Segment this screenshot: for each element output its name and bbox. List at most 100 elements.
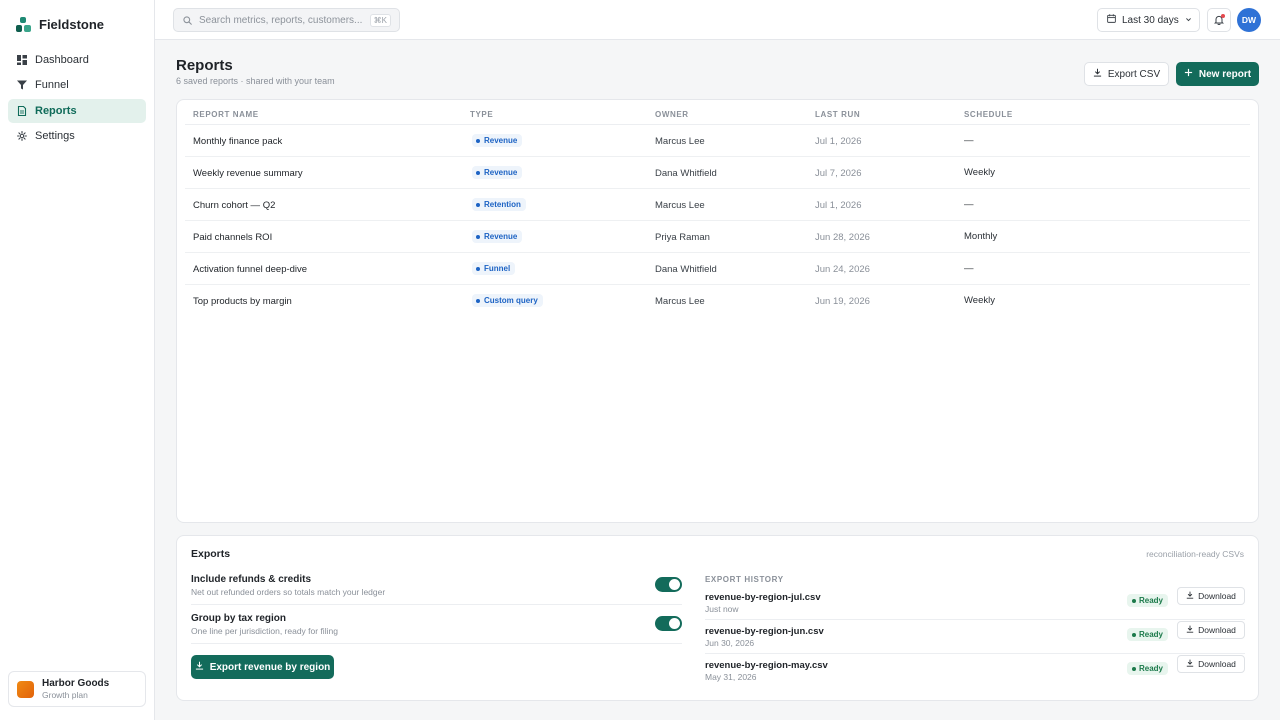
date-range-label: Last 30 days (1122, 14, 1179, 26)
type-label: Revenue (484, 136, 518, 145)
toggle-knob (669, 618, 680, 629)
report-name[interactable]: Churn cohort — Q2 (193, 200, 275, 211)
sidebar-item-settings[interactable]: Settings (8, 124, 146, 148)
export-history-heading: EXPORT HISTORY (705, 575, 784, 584)
table-row[interactable]: Top products by margin Custom query Marc… (185, 285, 1250, 317)
history-date: May 31, 2026 (705, 672, 757, 682)
type-cell: Revenue (472, 166, 523, 179)
page-subtitle: 6 saved reports · shared with your team (176, 76, 335, 86)
search-icon (183, 13, 192, 28)
sidebar-nav: Dashboard Funnel Reports Settings (8, 48, 146, 149)
status-label: Ready (1138, 664, 1163, 673)
history-divider (705, 653, 1245, 654)
schedule: Weekly (964, 295, 995, 306)
column-header-last-run[interactable]: LAST RUN (815, 110, 860, 119)
calendar-icon (1107, 14, 1116, 26)
exports-note: reconciliation-ready CSVs (1146, 549, 1244, 559)
notifications-button[interactable] (1207, 8, 1231, 32)
tag-dot-icon (476, 202, 480, 207)
reports-table: REPORT NAME TYPE OWNER LAST RUN SCHEDULE… (176, 99, 1259, 523)
download-button[interactable]: Download (1177, 587, 1245, 605)
owner: Dana Whitfield (655, 264, 717, 275)
sidebar-item-label: Dashboard (35, 54, 89, 66)
export-revenue-button[interactable]: Export revenue by region (191, 655, 334, 679)
topbar: ⌘K Last 30 days DW (155, 0, 1280, 40)
workspace-plan: Growth plan (42, 690, 88, 700)
report-name[interactable]: Monthly finance pack (193, 136, 282, 147)
dashboard-icon (17, 55, 27, 65)
export-csv-button[interactable]: Export CSV (1084, 62, 1169, 86)
tag-dot-icon (476, 298, 480, 303)
schedule: Weekly (964, 167, 995, 178)
date-range-picker[interactable]: Last 30 days (1097, 8, 1200, 32)
history-filename: revenue-by-region-jul.csv (705, 592, 821, 603)
new-report-button[interactable]: New report (1176, 62, 1259, 86)
option-title: Group by tax region (191, 613, 287, 624)
report-name[interactable]: Top products by margin (193, 296, 292, 307)
column-header-report-name[interactable]: REPORT NAME (193, 110, 259, 119)
search-box[interactable]: ⌘K (173, 8, 400, 32)
export-csv-label: Export CSV (1107, 68, 1161, 80)
search-input[interactable] (199, 14, 364, 26)
owner: Priya Raman (655, 232, 710, 243)
download-label: Download (1198, 625, 1236, 635)
page-title: Reports (176, 57, 233, 74)
last-run: Jun 28, 2026 (815, 232, 870, 243)
column-header-type[interactable]: TYPE (470, 110, 493, 119)
table-row[interactable]: Churn cohort — Q2 Retention Marcus Lee J… (185, 189, 1250, 221)
brand-name: Fieldstone (39, 17, 105, 32)
download-icon (1186, 591, 1194, 601)
report-name[interactable]: Activation funnel deep-dive (193, 264, 307, 275)
history-filename: revenue-by-region-jun.csv (705, 626, 824, 637)
owner: Dana Whitfield (655, 168, 717, 179)
column-header-owner[interactable]: OWNER (655, 110, 689, 119)
history-divider (705, 619, 1245, 620)
schedule: Monthly (964, 231, 998, 242)
sidebar-item-label: Reports (35, 104, 77, 117)
toggle-knob (669, 579, 680, 590)
table-row[interactable]: Paid channels ROI Revenue Priya Raman Ju… (185, 221, 1250, 253)
table-row[interactable]: Monthly finance pack Revenue Marcus Lee … (185, 125, 1250, 157)
type-badge: Funnel (472, 262, 516, 275)
user-avatar[interactable]: DW (1237, 8, 1261, 32)
type-label: Custom query (484, 296, 538, 305)
schedule: — (964, 199, 974, 210)
last-run: Jul 1, 2026 (815, 200, 862, 211)
download-label: Download (1198, 659, 1236, 669)
export-revenue-label: Export revenue by region (209, 661, 331, 673)
table-row[interactable]: Activation funnel deep-dive Funnel Dana … (185, 253, 1250, 285)
table-header: REPORT NAME TYPE OWNER LAST RUN SCHEDULE (177, 100, 1258, 125)
refunds-toggle[interactable] (655, 577, 682, 592)
history-date: Jun 30, 2026 (705, 638, 755, 648)
gear-icon (17, 130, 27, 141)
status-dot-icon (1131, 632, 1136, 637)
type-label: Revenue (484, 168, 518, 177)
last-run: Jun 19, 2026 (815, 296, 870, 307)
option-description: Net out refunded orders so totals match … (191, 587, 386, 597)
download-button[interactable]: Download (1177, 655, 1245, 673)
sidebar-item-dashboard[interactable]: Dashboard (8, 48, 146, 72)
report-name[interactable]: Weekly revenue summary (193, 168, 303, 179)
download-button[interactable]: Download (1177, 621, 1245, 639)
plus-icon (1184, 68, 1193, 80)
sidebar-item-funnel[interactable]: Funnel (8, 73, 146, 97)
type-badge: Revenue (472, 230, 523, 243)
type-label: Revenue (484, 232, 518, 241)
download-icon (195, 661, 204, 673)
schedule: — (964, 263, 974, 274)
tax-region-toggle[interactable] (655, 616, 682, 631)
sidebar-item-reports[interactable]: Reports (8, 98, 146, 123)
document-icon (17, 105, 27, 116)
schedule: — (964, 135, 974, 146)
funnel-icon (17, 80, 27, 90)
option-title: Include refunds & credits (191, 574, 312, 585)
column-header-schedule[interactable]: SCHEDULE (964, 110, 1013, 119)
workspace-switcher[interactable]: Harbor Goods Growth plan (8, 671, 146, 707)
report-name[interactable]: Paid channels ROI (193, 232, 272, 243)
table-row[interactable]: Weekly revenue summary Revenue Dana Whit… (185, 157, 1250, 189)
status-badge: Ready (1126, 662, 1168, 675)
type-badge: Revenue (472, 134, 523, 147)
brand[interactable]: Fieldstone (16, 17, 104, 32)
option-tax-region: Group by tax region One line per jurisdi… (191, 613, 682, 651)
history-date: Just now (705, 604, 739, 614)
